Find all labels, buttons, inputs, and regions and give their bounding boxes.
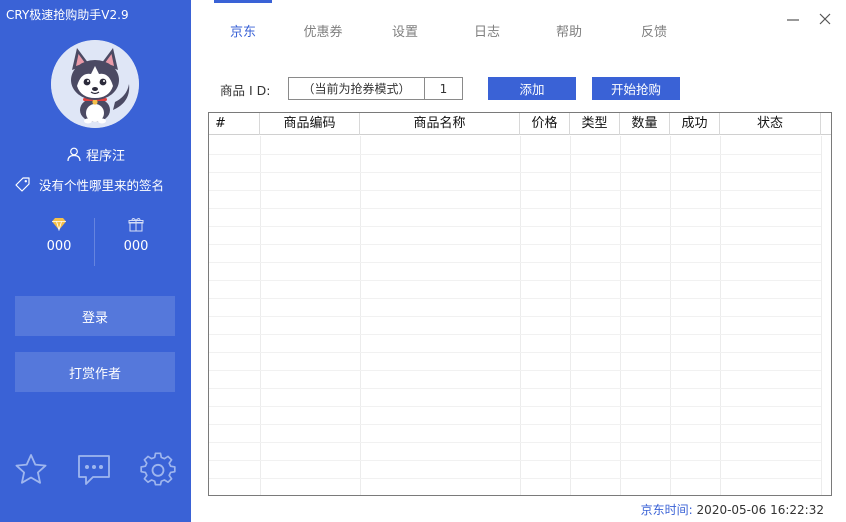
gift-stat: 000 [96, 214, 176, 264]
col-header-name[interactable]: 商品名称 [360, 113, 520, 135]
jd-time-label: 京东时间: [640, 503, 693, 517]
grid-row-line [209, 388, 821, 389]
tab-label: 日志 [473, 24, 500, 40]
username: 程序汪 [85, 148, 125, 164]
col-header-index[interactable]: # [209, 113, 260, 135]
jd-time-value: 2020-05-06 16:22:32 [696, 503, 824, 517]
star-icon[interactable] [13, 452, 49, 488]
start-purchase-button[interactable]: 开始抢购 [592, 77, 680, 100]
avatar[interactable] [51, 40, 139, 128]
grid-row-line [209, 352, 821, 353]
grid-row-line [209, 478, 821, 479]
grid-column-line [821, 136, 822, 495]
grid-row-line [209, 424, 821, 425]
user-icon [67, 147, 81, 162]
col-header-price[interactable]: 价格 [520, 113, 570, 135]
status-bar: 京东时间: 2020-05-06 16:22:32 [641, 501, 824, 518]
tab-bar: 京东 优惠券 设置 日志 帮助 反馈 [191, 0, 751, 60]
gift-icon [128, 217, 144, 231]
minimize-icon[interactable] [784, 10, 802, 28]
grid-row-line [209, 460, 821, 461]
grid-row-line [209, 316, 821, 317]
bottom-toolbar [0, 452, 191, 488]
signature: 没有个性哪里来的签名 [39, 177, 165, 193]
grid-row-line [209, 154, 821, 155]
tab-feedback[interactable]: 反馈 [625, 0, 683, 60]
app-window: CRY极速抢购助手V2.9 程序汪 没有个性哪里来的签名 000 000 登录 … [0, 0, 846, 522]
tab-help[interactable]: 帮助 [540, 0, 598, 60]
tab-label: 帮助 [555, 24, 582, 40]
grid-row-line [209, 298, 821, 299]
active-tab-indicator [214, 0, 272, 3]
col-header-status[interactable]: 状态 [720, 113, 821, 135]
tab-jingdong[interactable]: 京东 [214, 0, 272, 60]
product-id-input[interactable] [288, 77, 425, 100]
grid-row-line [209, 244, 821, 245]
grid-row-line [209, 190, 821, 191]
close-icon[interactable] [816, 10, 834, 28]
product-table[interactable]: # 商品编码 商品名称 价格 类型 数量 成功 状态 [208, 112, 832, 496]
tab-coupons[interactable]: 优惠券 [292, 0, 354, 60]
product-id-label: 商品 I D: [220, 83, 271, 98]
quantity-input[interactable] [424, 77, 463, 100]
signature-row[interactable]: 没有个性哪里来的签名 [14, 174, 164, 194]
tab-label: 优惠券 [303, 24, 343, 40]
add-button[interactable]: 添加 [488, 77, 576, 100]
chat-icon[interactable] [76, 452, 112, 488]
col-header-quantity[interactable]: 数量 [620, 113, 670, 135]
grid-row-line [209, 280, 821, 281]
grid-row-line [209, 370, 821, 371]
tab-label: 反馈 [640, 24, 667, 40]
table-header: # 商品编码 商品名称 价格 类型 数量 成功 状态 [209, 113, 831, 135]
tag-icon [15, 176, 30, 192]
donate-button[interactable]: 打赏作者 [15, 352, 175, 392]
gift-count: 000 [123, 239, 149, 254]
gear-icon[interactable] [140, 452, 176, 488]
stats-panel: 000 000 [0, 214, 191, 266]
diamond-count: 000 [46, 239, 72, 254]
col-header-code[interactable]: 商品编码 [260, 113, 360, 135]
col-header-type[interactable]: 类型 [570, 113, 620, 135]
tab-log[interactable]: 日志 [458, 0, 516, 60]
app-title: CRY极速抢购助手V2.9 [6, 8, 129, 22]
stats-divider [94, 218, 95, 266]
sidebar: CRY极速抢购助手V2.9 程序汪 没有个性哪里来的签名 000 000 登录 … [0, 0, 191, 522]
diamond-stat: 000 [19, 214, 99, 264]
col-header-success[interactable]: 成功 [670, 113, 720, 135]
grid-row-line [209, 226, 821, 227]
tab-settings[interactable]: 设置 [376, 0, 434, 60]
grid-row-line [209, 172, 821, 173]
grid-row-line [209, 406, 821, 407]
username-row: 程序汪 [0, 144, 191, 164]
grid-row-line [209, 334, 821, 335]
grid-row-line [209, 442, 821, 443]
husky-avatar-icon [51, 40, 139, 128]
diamond-icon [52, 218, 66, 231]
table-body [209, 136, 831, 495]
grid-row-line [209, 208, 821, 209]
grid-row-line [209, 262, 821, 263]
tab-label: 京东 [229, 24, 256, 40]
tab-label: 设置 [391, 24, 418, 40]
login-button[interactable]: 登录 [15, 296, 175, 336]
